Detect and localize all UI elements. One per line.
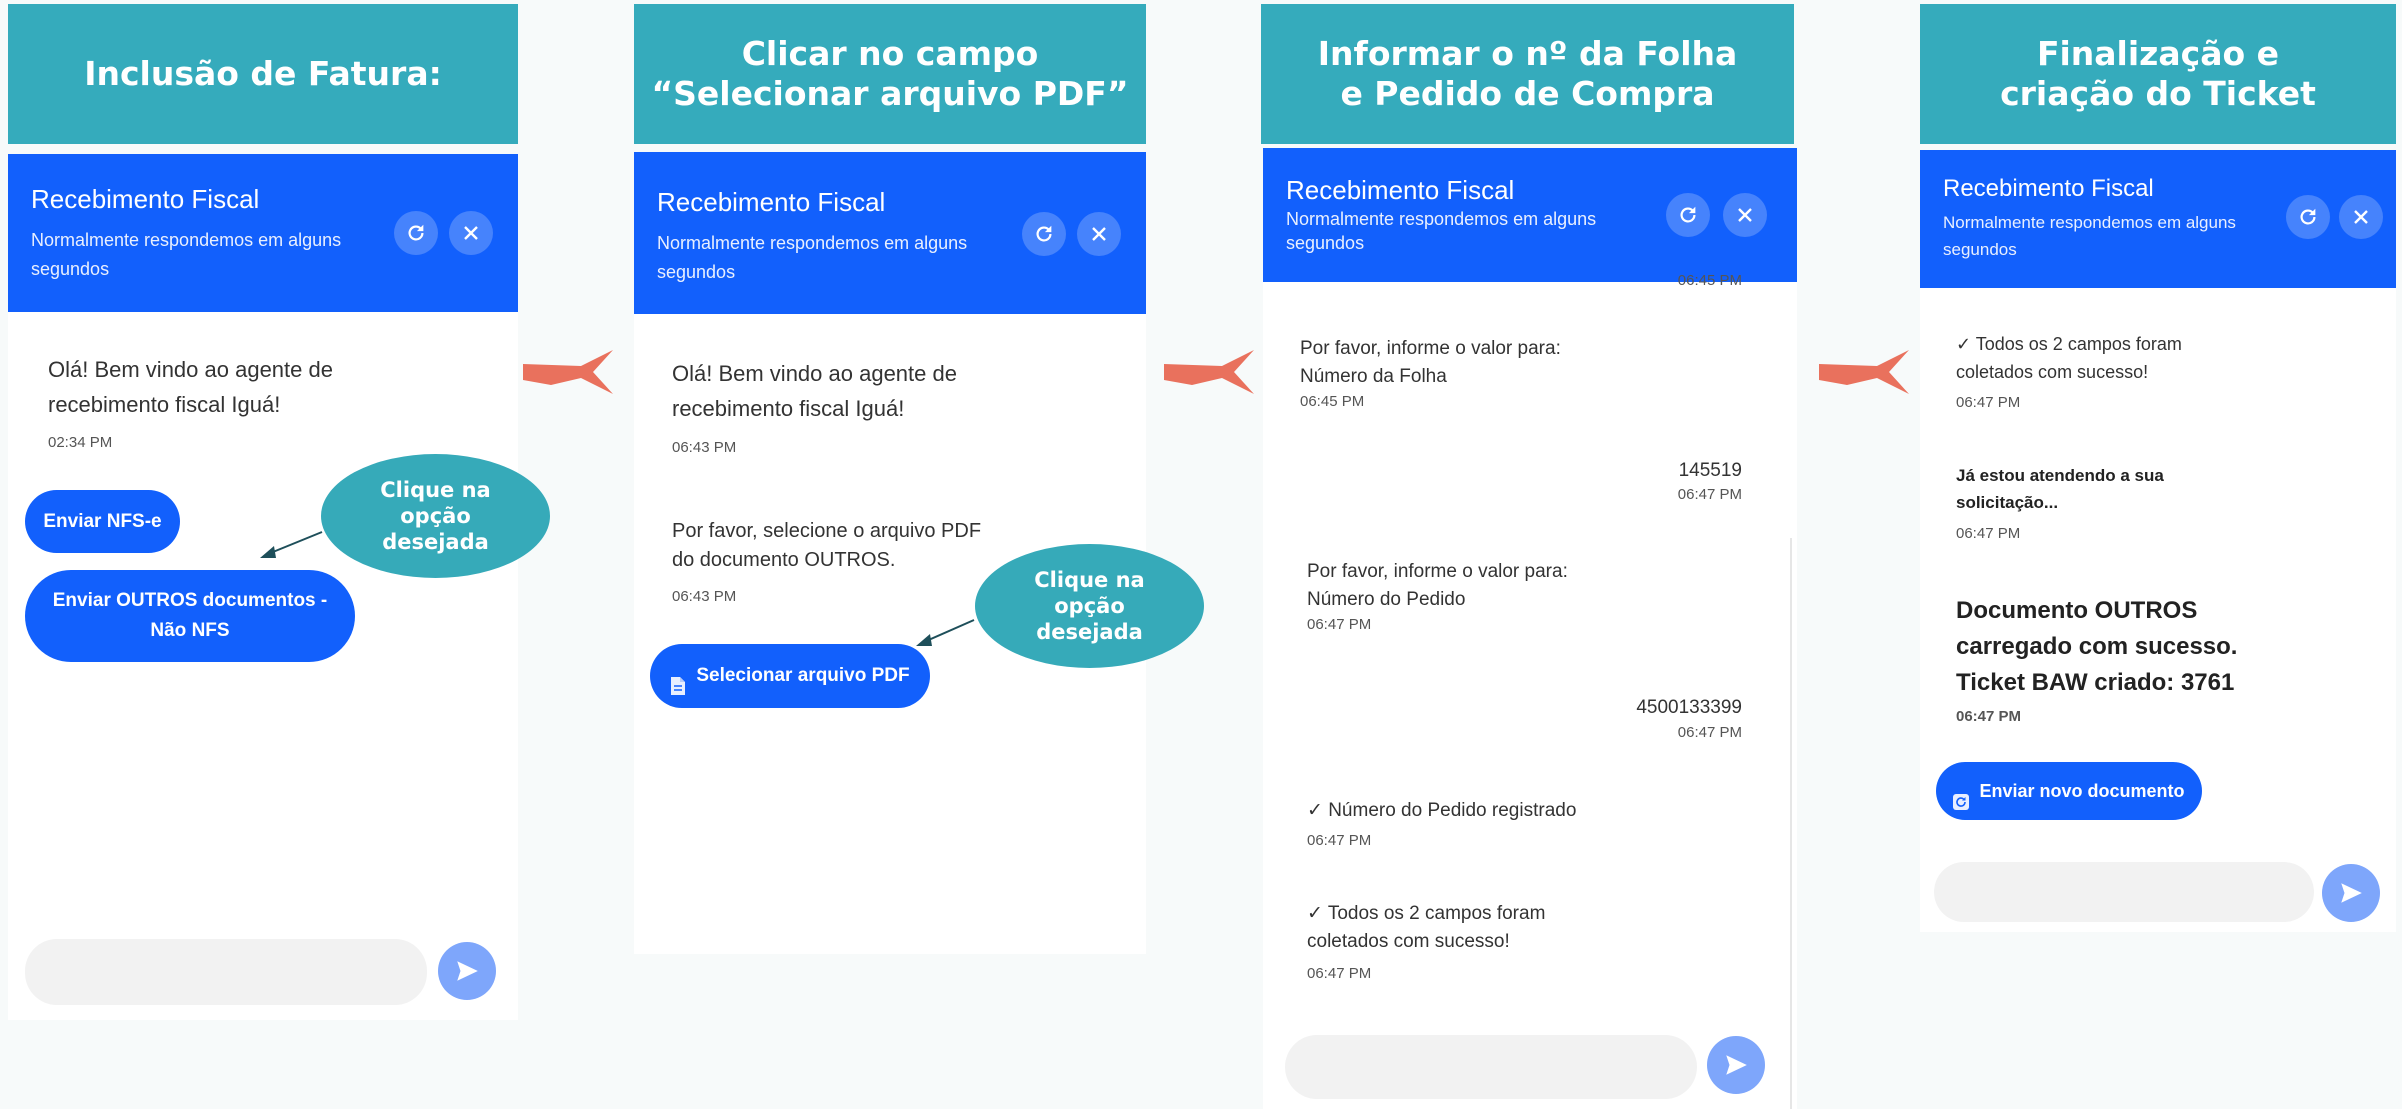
send-icon — [1726, 1055, 1747, 1075]
chat-header: Recebimento Fiscal Normalmente respondem… — [8, 154, 518, 312]
send-nfse-button[interactable]: Enviar NFS-e — [25, 490, 180, 553]
close-icon — [2354, 210, 2368, 224]
divider — [1790, 538, 1792, 1109]
message-input[interactable] — [1285, 1035, 1697, 1099]
folha-request-message: Por favor, informe o valor para: Número … — [1300, 338, 1561, 387]
close-icon — [1092, 227, 1106, 241]
refresh-icon — [1953, 761, 1970, 821]
refresh-icon — [1036, 225, 1052, 242]
close-button[interactable] — [1723, 193, 1767, 237]
chat-subtitle: Normalmente respondemos em alguns segund… — [657, 233, 968, 282]
step-title-3: Informar o nº da Folha e Pedido de Compr… — [1261, 4, 1794, 144]
step-title-4: Finalização e criação do Ticket — [1920, 4, 2396, 144]
step-title-1: Inclusão de Fatura: — [8, 4, 518, 144]
close-icon — [1738, 208, 1752, 222]
select-pdf-label: Selecionar arquivo PDF — [696, 665, 910, 686]
message-time: 06:47 PM — [1307, 616, 1372, 633]
refresh-icon — [2300, 208, 2316, 225]
send-icon — [457, 961, 478, 981]
fields-collected-message: ✓ Todos os 2 campos foram coletados com … — [1956, 334, 2182, 382]
message-time: 06:47 PM — [1677, 486, 1742, 503]
message-time: 06:47 PM — [1677, 724, 1742, 741]
callout-hint-2: Clique na opção desejada — [975, 544, 1204, 668]
document-icon — [670, 646, 686, 707]
callout-pointer-2 — [916, 619, 975, 646]
chat-panel-3: Recebimento Fiscal Normalmente respondem… — [1263, 148, 1797, 1109]
step-title-2: Clicar no campo “Selecionar arquivo PDF” — [634, 4, 1146, 144]
flow-arrow-2 — [1164, 350, 1254, 394]
welcome-message: Olá! Bem vindo ao agente de recebimento … — [48, 357, 333, 417]
refresh-button[interactable] — [1022, 212, 1066, 256]
message-time: 06:47 PM — [1307, 832, 1372, 849]
send-button[interactable] — [438, 942, 496, 1000]
close-button[interactable] — [449, 211, 493, 255]
folha-reply: 145519 — [1678, 460, 1742, 481]
message-time: 06:43 PM — [672, 588, 737, 605]
chat-panel-4: Recebimento Fiscal Normalmente respondem… — [1920, 150, 2396, 932]
chat-title: Recebimento Fiscal — [1286, 175, 1515, 205]
send-outros-button[interactable]: Enviar OUTROS documentos - Não NFS — [25, 570, 355, 662]
message-input[interactable] — [1934, 862, 2314, 922]
pedido-reply: 4500133399 — [1636, 697, 1742, 718]
close-icon — [464, 226, 478, 240]
refresh-button[interactable] — [2286, 195, 2330, 239]
processing-message: Já estou atendendo a sua solicitação... — [1956, 466, 2164, 512]
callout-hint-1: Clique na opção desejada — [321, 454, 550, 578]
close-button[interactable] — [2339, 195, 2383, 239]
flow-arrow-3 — [1819, 350, 1909, 394]
chat-header: Recebimento Fiscal Normalmente respondem… — [1920, 150, 2396, 288]
callout-pointer-1 — [260, 531, 323, 558]
send-icon — [2341, 883, 2362, 903]
close-button[interactable] — [1077, 212, 1121, 256]
message-time: 02:34 PM — [48, 434, 113, 451]
refresh-button[interactable] — [1666, 193, 1710, 237]
send-button[interactable] — [2322, 864, 2380, 922]
message-time: 06:45 PM — [1677, 272, 1742, 289]
message-input[interactable] — [25, 939, 427, 1005]
message-time: 06:43 PM — [672, 439, 737, 456]
chat-subtitle: Normalmente respondemos em alguns segund… — [31, 230, 342, 279]
chat-subtitle: Normalmente respondemos em alguns segund… — [1286, 209, 1597, 253]
flow-arrow-1 — [523, 350, 613, 394]
chat-title: Recebimento Fiscal — [1943, 175, 2154, 202]
select-pdf-message: Por favor, selecione o arquivo PDF do do… — [672, 520, 982, 571]
message-time: 06:47 PM — [1956, 394, 2021, 411]
refresh-icon — [1680, 206, 1696, 223]
chat-title: Recebimento Fiscal — [657, 187, 886, 217]
refresh-button[interactable] — [394, 211, 438, 255]
pedido-registered-message: ✓ Número do Pedido registrado — [1307, 800, 1577, 821]
fields-collected-message: ✓ Todos os 2 campos foram coletados com … — [1307, 903, 1546, 952]
chat-title: Recebimento Fiscal — [31, 184, 260, 214]
message-time: 06:47 PM — [1307, 965, 1372, 982]
send-new-document-button[interactable]: Enviar novo documento — [1936, 762, 2202, 820]
chat-subtitle: Normalmente respondemos em alguns segund… — [1943, 213, 2236, 259]
chat-header: Recebimento Fiscal Normalmente respondem… — [634, 152, 1146, 314]
ticket-created-message: Documento OUTROS carregado com sucesso. … — [1956, 597, 2238, 696]
refresh-icon — [408, 224, 424, 241]
message-time: 06:47 PM — [1956, 708, 2022, 725]
pedido-request-message: Por favor, informe o valor para: Número … — [1307, 561, 1568, 610]
message-time: 06:47 PM — [1956, 525, 2021, 542]
message-time: 06:45 PM — [1300, 393, 1365, 410]
select-pdf-button[interactable]: Selecionar arquivo PDF — [650, 644, 930, 708]
send-button[interactable] — [1707, 1036, 1765, 1094]
chat-panel-1: Recebimento Fiscal Normalmente respondem… — [8, 154, 518, 1020]
send-new-document-label: Enviar novo documento — [1979, 781, 2185, 801]
welcome-message: Olá! Bem vindo ao agente de recebimento … — [672, 361, 957, 421]
chat-header: Recebimento Fiscal Normalmente respondem… — [1263, 148, 1797, 282]
